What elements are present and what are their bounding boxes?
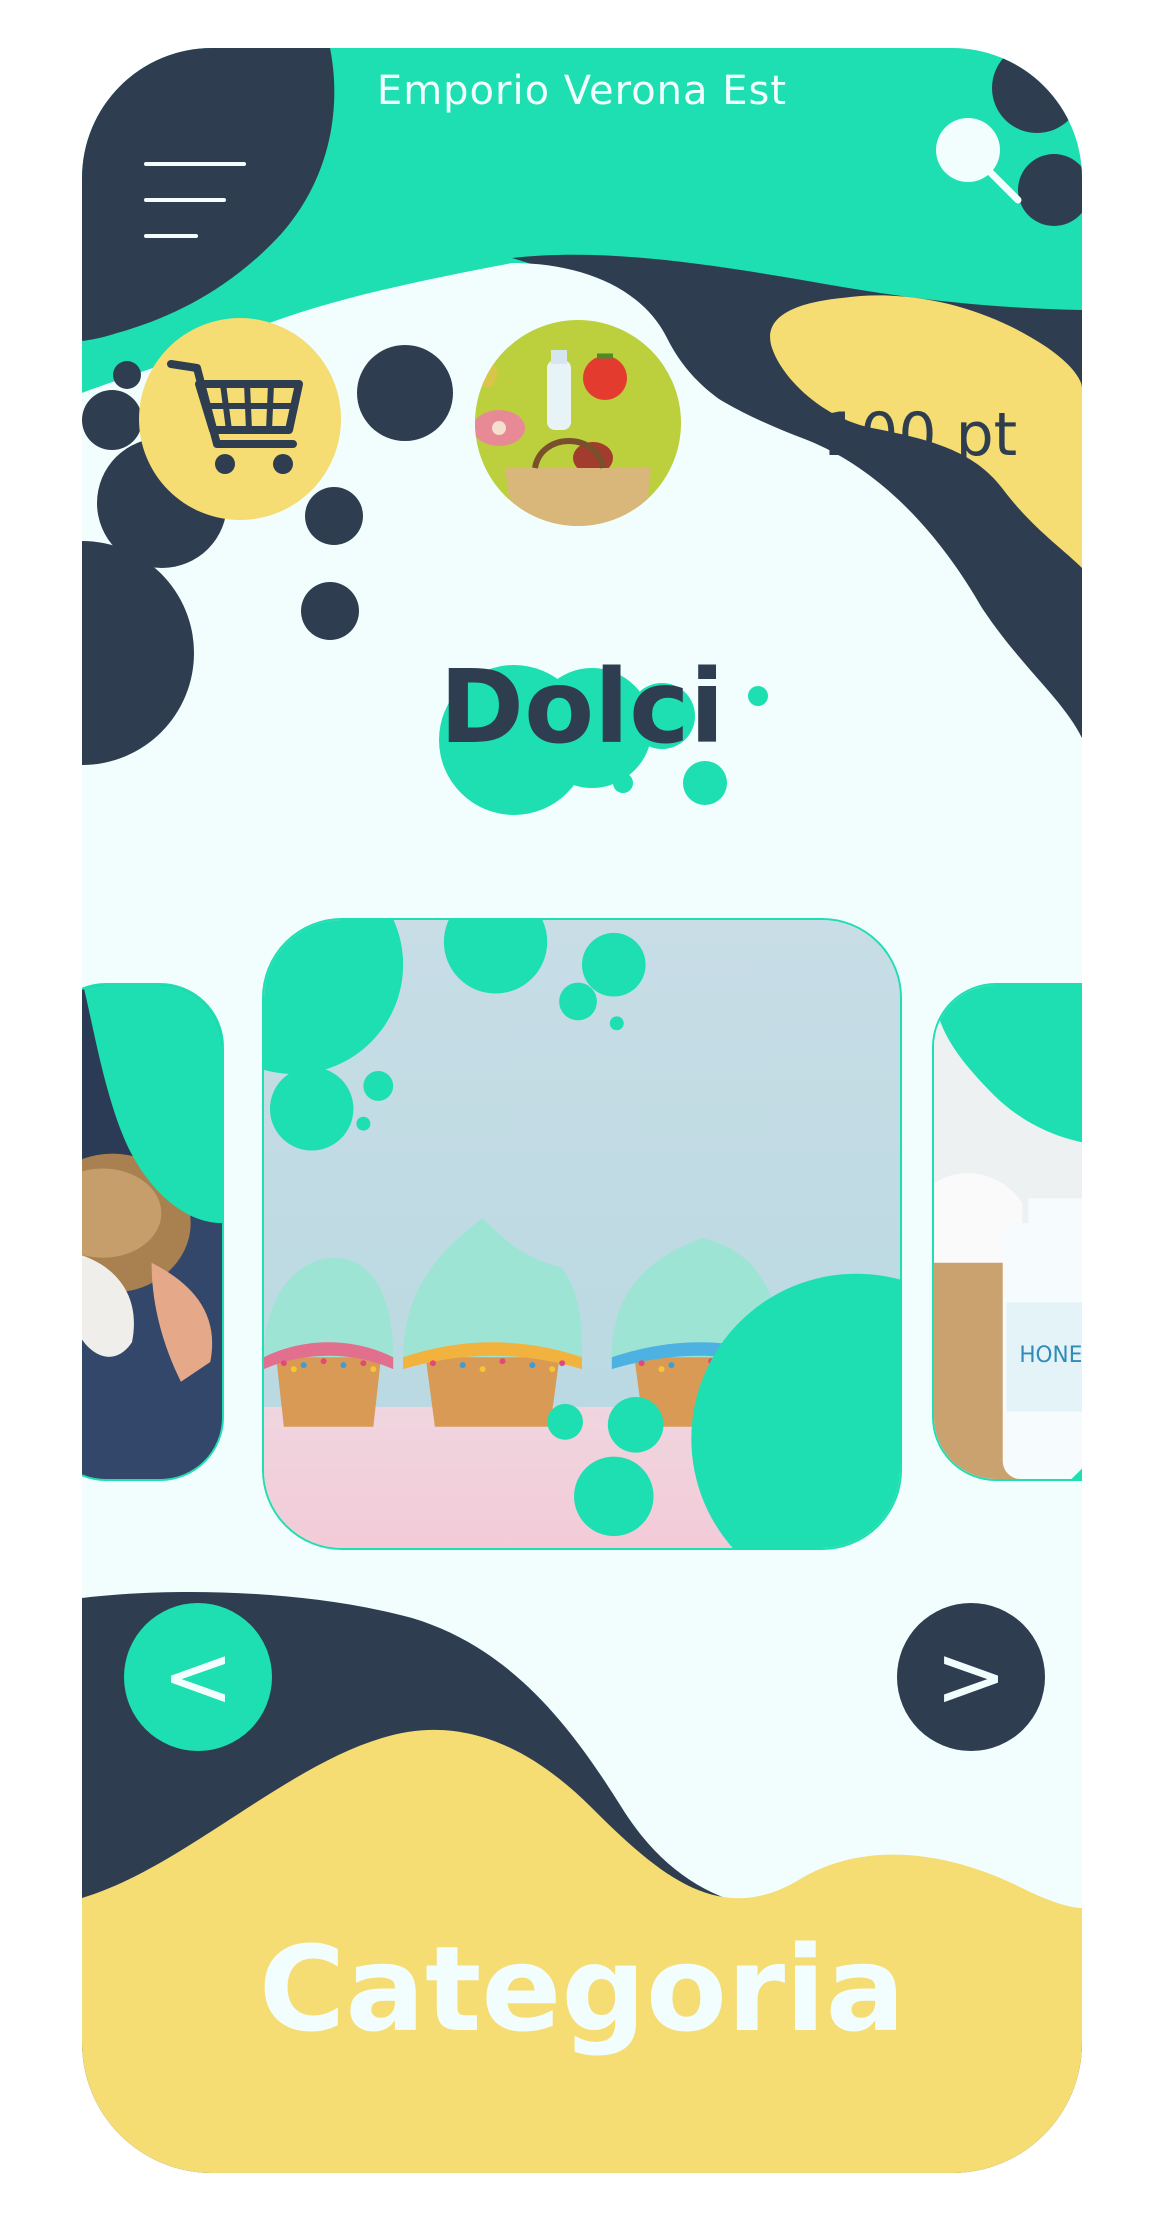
- carousel-card-current[interactable]: [262, 918, 902, 1550]
- svg-text:HONES: HONES: [1019, 1343, 1082, 1368]
- bread-in-hands-photo: [82, 985, 222, 1479]
- cart-button[interactable]: [139, 318, 341, 520]
- carousel-card-prev[interactable]: [82, 983, 224, 1481]
- hamburger-menu-icon-line-3: [144, 234, 198, 238]
- menu-button[interactable]: [144, 126, 248, 238]
- carousel-prev-button[interactable]: <: [124, 1603, 272, 1751]
- grocery-bag-icon: [475, 350, 651, 526]
- category-footer-label[interactable]: Categoria: [82, 1920, 1082, 2058]
- category-title: Dolci: [439, 648, 725, 767]
- phone-screen: Emporio Verona Est 100 pt Dolci HONES < …: [82, 48, 1082, 2173]
- cupcakes-with-sprinkles-photo: [264, 920, 900, 1548]
- carousel-card-next[interactable]: HONES: [932, 983, 1082, 1481]
- shopping-cart-icon: [167, 360, 303, 474]
- honest-cleaning-bottle-photo: HONES: [934, 985, 1082, 1479]
- hamburger-menu-icon-line-2: [144, 198, 226, 202]
- grocery-button[interactable]: [475, 320, 681, 526]
- app-title: Emporio Verona Est: [376, 68, 788, 114]
- carousel-next-button[interactable]: >: [897, 1603, 1045, 1751]
- points-balance: 100 pt: [822, 400, 1018, 470]
- search-icon: [936, 118, 1022, 204]
- search-button[interactable]: [930, 112, 1030, 212]
- hamburger-menu-icon: [144, 162, 246, 166]
